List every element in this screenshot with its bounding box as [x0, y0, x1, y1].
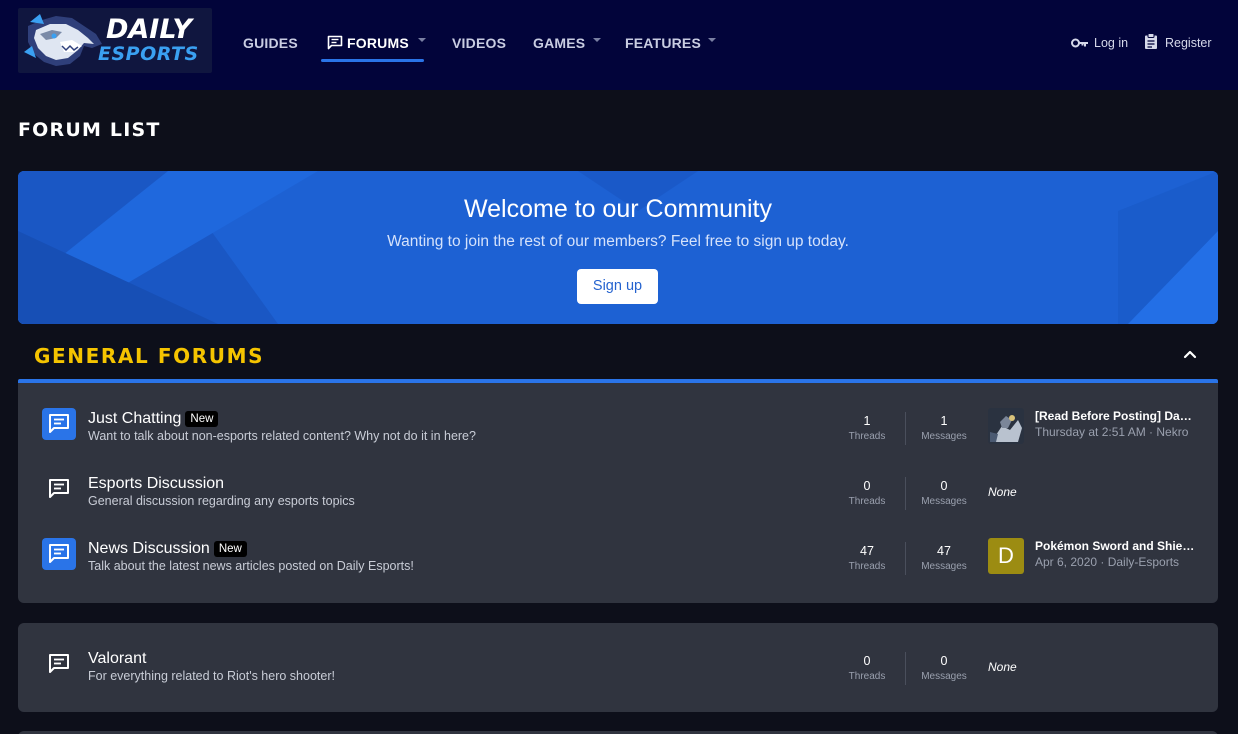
forum-node-valorant[interactable]: Valorant For everything related to Riot'…: [18, 648, 1218, 713]
forums-dropdown-caret-icon[interactable]: [418, 38, 426, 42]
nav-features[interactable]: FEATURES: [625, 34, 701, 54]
threads-count: 0: [863, 479, 871, 493]
forum-title-text[interactable]: News Discussion: [88, 540, 210, 557]
messages-stat: 0 Messages: [914, 654, 974, 683]
threads-count: 0: [863, 654, 871, 668]
forum-node-just-chatting[interactable]: Just Chatting New Want to talk about non-…: [18, 408, 1218, 473]
register-link[interactable]: Register: [1165, 36, 1212, 51]
category-title: GENERAL FORUMS: [34, 344, 265, 368]
threads-label: Threads: [848, 561, 886, 572]
chat-bubble-icon: [49, 479, 69, 498]
forum-node-description: Want to talk about non-esports related c…: [88, 429, 476, 443]
site-logo[interactable]: DAILY ESPORTS: [18, 8, 212, 73]
forum-node-icon-read: [42, 473, 76, 505]
messages-count: 0: [940, 479, 948, 493]
chat-bubble-icon: [49, 654, 69, 673]
nav-forums[interactable]: FORUMS: [347, 34, 409, 54]
sign-up-button[interactable]: Sign up: [577, 269, 658, 304]
collapse-chevron-up-icon[interactable]: [1181, 346, 1199, 362]
site-header: DAILY ESPORTS GUIDES FORUMS VIDEOS GAMES…: [0, 0, 1238, 90]
banner-heading: Welcome to our Community: [464, 195, 772, 223]
logo-text-esports: ESPORTS: [98, 43, 199, 65]
forum-node-icon-unread: [42, 408, 76, 440]
threads-label: Threads: [848, 496, 886, 507]
threads-label: Threads: [848, 671, 886, 682]
no-last-post: None: [988, 485, 1017, 499]
forum-node-description: Talk about the latest news articles post…: [88, 559, 414, 573]
messages-count: 0: [940, 654, 948, 668]
forum-icon: [327, 35, 343, 50]
welcome-banner: Welcome to our Community Wanting to join…: [18, 171, 1218, 324]
forum-node-title[interactable]: Valorant: [88, 649, 146, 668]
forum-node-title[interactable]: Just Chatting New: [88, 409, 219, 428]
key-icon: [1071, 38, 1088, 48]
threads-label: Threads: [848, 431, 886, 442]
threads-stat: 0 Threads: [837, 654, 897, 683]
last-post-title[interactable]: Pokémon Sword and Shield Crown Tundra: [1035, 539, 1195, 554]
forum-node-title[interactable]: News Discussion New: [88, 539, 247, 558]
threads-count: 47: [860, 544, 874, 558]
nav-guides[interactable]: GUIDES: [243, 34, 298, 54]
threads-stat: 1 Threads: [837, 414, 897, 443]
nav-videos[interactable]: VIDEOS: [452, 34, 506, 54]
forum-node-list: Valorant For everything related to Riot'…: [18, 623, 1218, 712]
forum-node-icon-unread: [42, 538, 76, 570]
nav-games[interactable]: GAMES: [533, 34, 585, 54]
chat-bubble-icon: [49, 414, 69, 433]
messages-stat: 47 Messages: [914, 544, 974, 573]
features-dropdown-caret-icon[interactable]: [708, 38, 716, 42]
forum-node-esports-discussion[interactable]: Esports Discussion General discussion re…: [18, 473, 1218, 538]
stat-divider: [905, 412, 906, 445]
messages-label: Messages: [921, 561, 967, 572]
logo-text-daily: DAILY: [106, 14, 192, 45]
messages-label: Messages: [921, 431, 967, 442]
login-link[interactable]: Log in: [1094, 36, 1128, 51]
threads-stat: 47 Threads: [837, 544, 897, 573]
messages-count: 47: [937, 544, 951, 558]
messages-count: 1: [940, 414, 948, 428]
wolf-mascot-icon: [24, 14, 102, 66]
messages-stat: 1 Messages: [914, 414, 974, 443]
stat-divider: [905, 542, 906, 575]
forum-node-icon-read: [42, 648, 76, 680]
banner-subtext: Wanting to join the rest of our members?…: [387, 233, 849, 250]
stat-divider: [905, 652, 906, 685]
forum-node-title[interactable]: Esports Discussion: [88, 474, 224, 493]
forum-node-description: For everything related to Riot's hero sh…: [88, 669, 335, 683]
new-badge: New: [213, 541, 247, 557]
new-badge: New: [185, 411, 219, 427]
no-last-post: None: [988, 660, 1017, 674]
threads-stat: 0 Threads: [837, 479, 897, 508]
nav-active-indicator: [321, 59, 424, 62]
messages-label: Messages: [921, 496, 967, 507]
chat-bubble-icon: [49, 544, 69, 563]
messages-stat: 0 Messages: [914, 479, 974, 508]
games-dropdown-caret-icon[interactable]: [593, 38, 601, 42]
stat-divider: [905, 477, 906, 510]
user-avatar-image: [988, 408, 1024, 444]
last-poster-avatar[interactable]: D: [988, 538, 1024, 574]
forum-node-list: Just Chatting New Want to talk about non-…: [18, 383, 1218, 603]
page-title: FORUM LIST: [18, 119, 161, 141]
forum-node-description: General discussion regarding any esports…: [88, 494, 355, 508]
last-poster-avatar[interactable]: [988, 408, 1024, 444]
threads-count: 1: [863, 414, 871, 428]
forum-title-text[interactable]: Just Chatting: [88, 410, 181, 427]
clipboard-icon: [1145, 33, 1157, 49]
forum-node-news-discussion[interactable]: News Discussion New Talk about the latest…: [18, 538, 1218, 603]
last-post-title[interactable]: [Read Before Posting] Daily Esports Foru…: [1035, 409, 1195, 424]
last-post-meta[interactable]: Thursday at 2:51 AM · Nekro: [1035, 425, 1188, 440]
last-post-meta[interactable]: Apr 6, 2020 · Daily-Esports: [1035, 555, 1179, 570]
messages-label: Messages: [921, 671, 967, 682]
